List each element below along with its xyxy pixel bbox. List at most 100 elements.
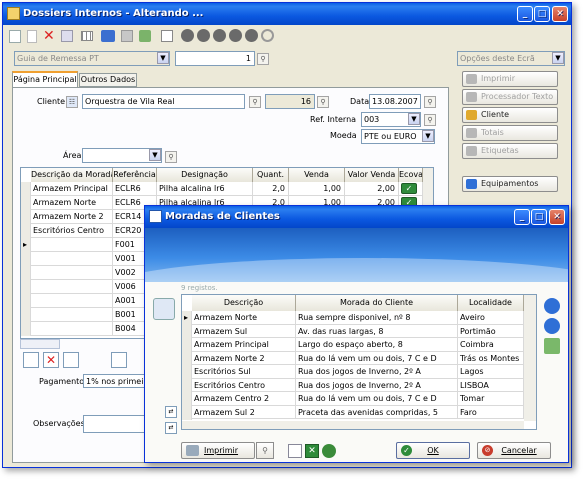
morada-row[interactable]: Armazem Sul 2 Praceta das avenidas compri… <box>182 405 524 420</box>
grid-cell[interactable]: Armazem Principal <box>31 182 113 196</box>
screen-options-dropdown-icon[interactable]: ▼ <box>552 52 564 64</box>
doc-type-select[interactable]: Guia de Remessa PT <box>14 51 170 66</box>
copy-icon[interactable] <box>61 30 73 42</box>
side-button-imprimir[interactable]: Imprimir <box>462 71 558 87</box>
morada-row-selector[interactable] <box>182 324 192 339</box>
new-doc-icon[interactable] <box>9 30 21 43</box>
cliente-search-icon[interactable]: ⚲ <box>249 96 261 108</box>
grid-header-venda[interactable]: Venda <box>289 168 345 182</box>
copy-line-icon[interactable] <box>111 352 127 368</box>
row-selector[interactable] <box>21 182 31 196</box>
dialog-minimize-button[interactable]: _ <box>514 209 530 225</box>
morada-row[interactable]: ▸ Armazem Norte Rua sempre disponivel, nº … <box>182 311 524 325</box>
grid-header-ecoval[interactable]: Ecoval <box>399 168 423 182</box>
morada-row[interactable]: Armazem Principal Largo do espaço aberto,… <box>182 338 524 352</box>
doc-type-dropdown-icon[interactable]: ▼ <box>157 52 169 64</box>
grid-cell[interactable]: Armazem Norte 2 <box>31 210 113 224</box>
morada-cell[interactable]: Lagos <box>458 365 524 379</box>
side-button-cliente[interactable]: Cliente <box>462 107 558 123</box>
minimize-button[interactable]: _ <box>517 6 533 22</box>
first-record-icon[interactable] <box>181 29 194 42</box>
ecoval-check-icon[interactable]: ✓ <box>401 183 417 194</box>
grid-cell[interactable]: Armazem Norte <box>31 196 113 210</box>
grid-row[interactable]: Armazem Principal ECLR6 Pilha alcalina lr6… <box>21 182 423 196</box>
book-icon[interactable] <box>101 30 115 42</box>
morada-row[interactable]: Escritórios Centro Rua dos jogos de Inver… <box>182 378 524 393</box>
grid-header-quant[interactable]: Quant. <box>253 168 289 182</box>
sort-ab-icon[interactable]: ⇄ <box>165 406 177 418</box>
grid-cell[interactable]: 1,00 <box>289 182 345 196</box>
morada-row-selector[interactable] <box>182 405 192 420</box>
morada-cell[interactable]: Rua do lá vem um ou dois, 7 C e D <box>296 351 458 365</box>
morada-cell[interactable]: Largo do espaço aberto, 8 <box>296 338 458 352</box>
excel-icon[interactable]: ✕ <box>305 444 319 458</box>
morada-row[interactable]: Armazem Norte 2 Rua do lá vem um ou dois,… <box>182 351 524 366</box>
row-selector[interactable] <box>21 266 31 280</box>
data-field[interactable]: 13.08.2007 <box>369 94 421 109</box>
grid-header-descricao[interactable]: Descrição da Morada de E <box>31 168 113 182</box>
morada-cell[interactable]: LISBOA <box>458 378 524 392</box>
morada-cell[interactable]: Escritórios Sul <box>192 365 296 379</box>
search-icon[interactable]: ⚲ <box>256 442 274 459</box>
grid-header-designacao[interactable]: Designação <box>157 168 253 182</box>
morada-cell[interactable]: Escritórios Centro <box>192 378 296 392</box>
morada-cell[interactable]: Armazem Norte 2 <box>192 351 296 365</box>
dialog-grid-vertical-scrollbar[interactable] <box>524 295 536 421</box>
row-selector[interactable] <box>21 196 31 210</box>
side-button-processador-texto[interactable]: Processador Texto <box>462 89 558 105</box>
grid-cell[interactable] <box>31 238 113 252</box>
last-record-icon[interactable] <box>229 29 242 42</box>
morada-cell[interactable]: Faro <box>458 405 524 419</box>
morada-cell[interactable]: Av. das ruas largas, 8 <box>296 324 458 338</box>
dialog-header-morada[interactable]: Morada do Cliente <box>296 295 458 311</box>
document-icon[interactable] <box>288 444 302 458</box>
morada-row[interactable]: Escritórios Sul Rua dos jogos de Inverno,… <box>182 365 524 379</box>
morada-cell[interactable]: Rua do lá vem um ou dois, 7 C e D <box>296 392 458 406</box>
grid-cell[interactable]: 2,0 <box>253 182 289 196</box>
move-down-icon[interactable] <box>544 318 560 334</box>
dialog-header-descricao[interactable]: Descrição <box>192 295 296 311</box>
row-selector[interactable]: ▸ <box>21 238 31 252</box>
morada-cell[interactable]: Aveiro <box>458 311 524 325</box>
cliente-field[interactable]: Orquestra de Vila Real <box>82 94 245 109</box>
morada-cell[interactable]: Rua dos jogos de Inverno, 2º A <box>296 378 458 392</box>
calendar-icon[interactable]: ⚲ <box>424 96 436 108</box>
morada-row-selector[interactable] <box>182 378 192 393</box>
row-selector[interactable] <box>21 294 31 308</box>
morada-cell[interactable]: Rua dos jogos de Inverno, 2º A <box>296 365 458 379</box>
ecoval-cell[interactable]: ✓ <box>399 182 423 196</box>
dialog-header-localidade[interactable]: Localidade <box>458 295 524 311</box>
grid-cell[interactable] <box>31 294 113 308</box>
moeda-dropdown-icon[interactable]: ▼ <box>422 130 434 142</box>
grid-cell[interactable] <box>31 266 113 280</box>
sort-ba-icon[interactable]: ⇄ <box>165 422 177 434</box>
morada-cell[interactable]: Praceta das avenidas compridas, 5 <box>296 405 458 419</box>
morada-row[interactable]: Armazem Centro 2 Rua do lá vem um ou dois… <box>182 392 524 406</box>
row-selector[interactable] <box>21 280 31 294</box>
grid-cell[interactable] <box>31 308 113 322</box>
grid-icon[interactable] <box>81 31 93 41</box>
tab-outros-dados[interactable]: Outros Dados <box>79 73 137 87</box>
doc-search-icon[interactable]: ⚲ <box>257 53 269 65</box>
morada-cell[interactable]: Armazem Sul 2 <box>192 405 296 419</box>
grid-header-referencia[interactable]: Referência <box>113 168 157 182</box>
grid-cell[interactable] <box>31 280 113 294</box>
morada-row[interactable]: Armazem Sul Av. das ruas largas, 8 Portimã… <box>182 324 524 339</box>
close-button[interactable]: ✕ <box>552 6 568 22</box>
row-selector[interactable] <box>21 210 31 224</box>
save-icon[interactable] <box>121 30 133 42</box>
pagamento-field[interactable]: 1% nos primeiros <box>83 374 153 388</box>
dialog-maximize-button[interactable]: □ <box>531 209 547 225</box>
area-search-icon[interactable]: ⚲ <box>165 151 177 163</box>
ok-button[interactable]: ✓ OK <box>396 442 470 459</box>
edit-record-icon[interactable] <box>544 338 560 354</box>
prev-record-icon[interactable] <box>197 29 210 42</box>
morada-cell[interactable]: Armazem Centro 2 <box>192 392 296 406</box>
cliente-number-search-icon[interactable]: ⚲ <box>317 96 329 108</box>
grid-cell[interactable]: Pilha alcalina lr6 <box>157 182 253 196</box>
grid-cell[interactable] <box>31 322 113 336</box>
cliente-lookup-icon[interactable]: ☷ <box>66 96 78 108</box>
grid-cell[interactable]: ECLR6 <box>113 182 157 196</box>
screen-options-select[interactable]: Opções deste Ecrã <box>457 51 565 66</box>
record-icon[interactable] <box>245 29 258 42</box>
